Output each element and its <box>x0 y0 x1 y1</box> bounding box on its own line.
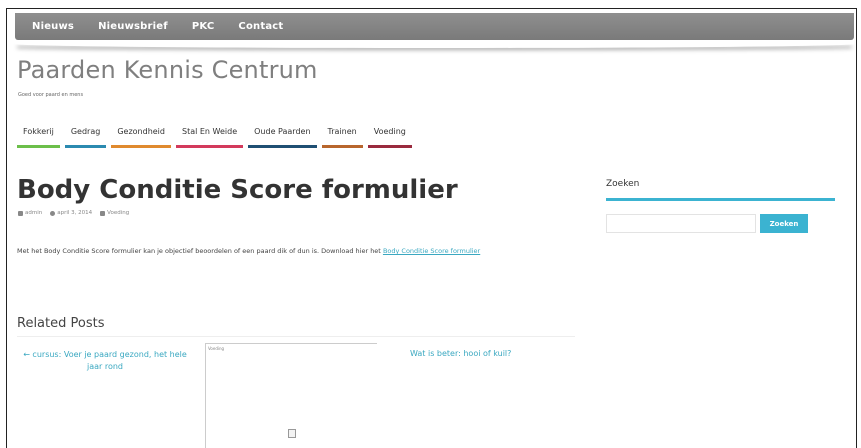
category-oude-paarden[interactable]: Oude Paarden <box>248 127 317 148</box>
download-form-link[interactable]: Body Conditie Score formulier <box>383 247 480 255</box>
post-author: admin <box>18 210 42 216</box>
search-button[interactable]: Zoeken <box>760 214 808 233</box>
broken-image-icon <box>288 429 296 438</box>
nav-link-nieuwsbrief[interactable]: Nieuwsbrief <box>98 21 168 32</box>
category-gezondheid[interactable]: Gezondheid <box>111 127 171 148</box>
nav-link-nieuws[interactable]: Nieuws <box>32 21 74 32</box>
related-post-3[interactable]: Wat is beter: hooi of kuil? <box>410 349 511 358</box>
post-category: Voeding <box>100 210 129 216</box>
top-nav: Nieuws Nieuwsbrief PKC Contact <box>32 13 307 40</box>
nav-link-pkc[interactable]: PKC <box>192 21 215 32</box>
nav-link-contact[interactable]: Contact <box>238 21 283 32</box>
post-category-link[interactable]: Voeding <box>107 210 129 216</box>
post-author-name[interactable]: admin <box>25 210 42 216</box>
related-post-2-label: Voeding <box>208 346 225 351</box>
post-meta: admin april 3, 2014 Voeding <box>18 210 129 216</box>
top-bar-shadow <box>15 40 854 48</box>
clock-icon <box>50 210 56 216</box>
search-widget-underline <box>606 198 835 201</box>
post-title: Body Conditie Score formulier <box>17 175 458 205</box>
post-content: Met het Body Conditie Score formulier ka… <box>17 243 577 259</box>
category-trainen[interactable]: Trainen <box>321 127 363 148</box>
user-icon <box>18 210 23 216</box>
search-widget-title: Zoeken <box>606 179 640 189</box>
post-date-text: april 3, 2014 <box>57 210 93 216</box>
category-nav: Fokkerij Gedrag Gezondheid Stal En Weide… <box>17 127 417 148</box>
folder-icon <box>100 210 106 216</box>
category-voeding[interactable]: Voeding <box>367 127 412 148</box>
related-divider <box>17 336 575 337</box>
site-title[interactable]: Paarden Kennis Centrum <box>17 56 318 84</box>
post-body-text: Met het Body Conditie Score formulier ka… <box>17 247 383 255</box>
site-tagline: Goed voor paard en mens <box>18 92 84 98</box>
related-posts-title: Related Posts <box>17 316 105 331</box>
search-input[interactable] <box>606 214 756 233</box>
post-date: april 3, 2014 <box>50 210 92 216</box>
category-fokkerij[interactable]: Fokkerij <box>17 127 60 148</box>
related-post-1[interactable]: ← cursus: Voer je paard gezond, het hele… <box>17 349 193 373</box>
category-gedrag[interactable]: Gedrag <box>64 127 107 148</box>
category-stal-en-weide[interactable]: Stal En Weide <box>175 127 244 148</box>
